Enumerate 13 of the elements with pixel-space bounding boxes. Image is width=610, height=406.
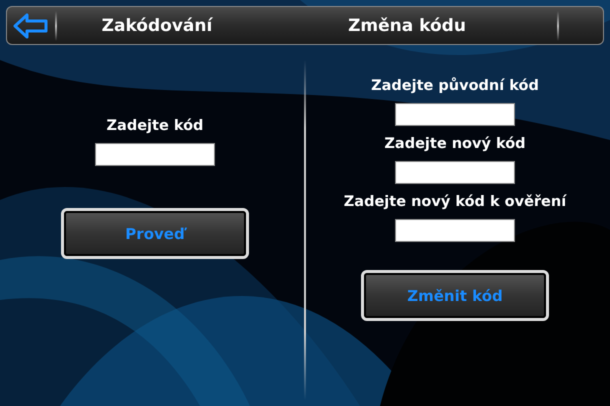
field-label: Zadejte nový kód k ověření — [344, 194, 566, 210]
code-input[interactable] — [395, 161, 515, 184]
change-code-button[interactable]: Změnit kód — [361, 270, 549, 321]
panel-title: Zakódování — [100, 16, 214, 36]
code-input[interactable] — [395, 219, 515, 242]
code-input[interactable] — [395, 103, 515, 126]
execute-button[interactable]: Proveď — [61, 208, 249, 259]
field-label: Zadejte původní kód — [371, 78, 539, 94]
panel-title: Změna kódu — [347, 16, 467, 36]
field-label: Zadejte nový kód — [384, 136, 526, 152]
field-label: Zadejte kód — [106, 118, 204, 134]
code-input[interactable] — [95, 143, 215, 166]
back-arrow-icon — [13, 12, 49, 40]
